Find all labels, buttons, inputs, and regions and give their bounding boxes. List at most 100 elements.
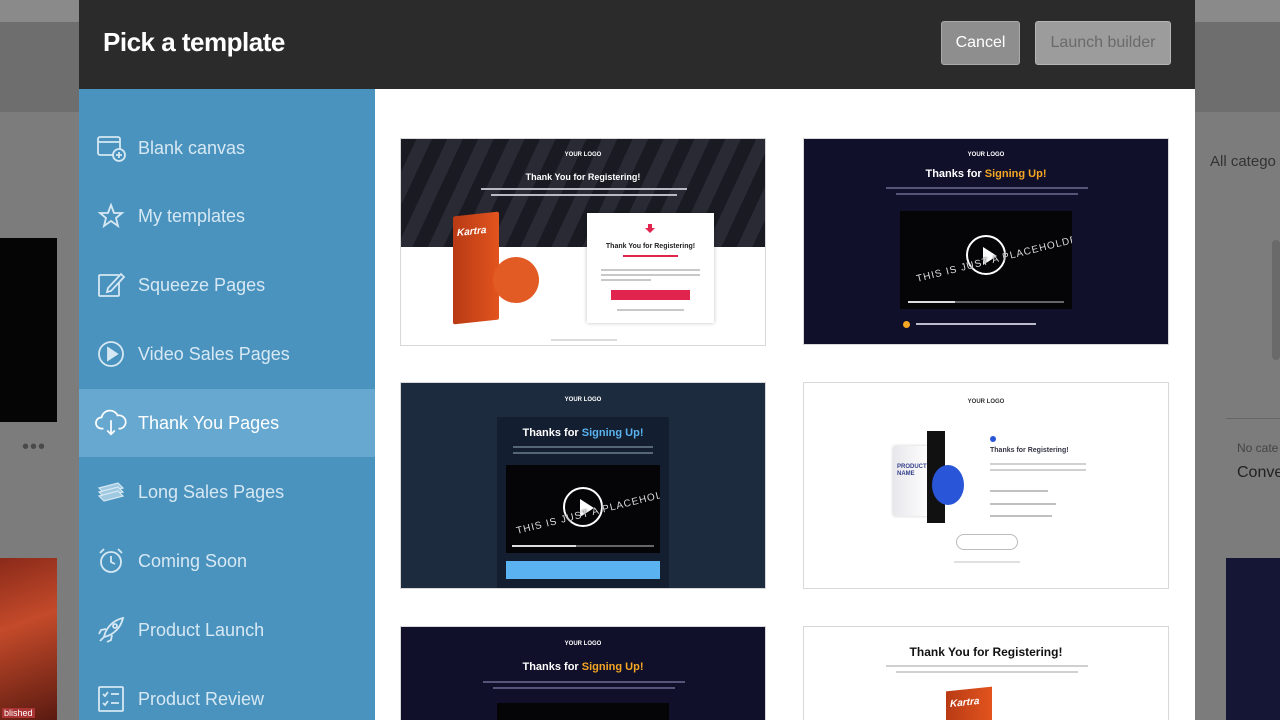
product-box: Kartra bbox=[453, 211, 499, 325]
template-heading: Thank You for Registering! bbox=[525, 172, 641, 182]
text-line bbox=[493, 687, 675, 689]
product-brand: Kartra bbox=[457, 224, 487, 239]
text-line bbox=[954, 561, 1020, 563]
background-thumbnail: blished bbox=[0, 558, 57, 720]
video-progress bbox=[908, 301, 1064, 303]
template-heading: Thanks for Registering! bbox=[990, 447, 1069, 454]
text-line bbox=[990, 463, 1086, 465]
template-card[interactable]: YOUR LOGO Thank You for Registering! Kar… bbox=[400, 138, 766, 346]
text-line bbox=[551, 339, 617, 341]
template-picker-modal: Pick a template Cancel Launch builder Bl… bbox=[79, 0, 1195, 720]
sidebar-item-label: Product Launch bbox=[138, 619, 265, 640]
sidebar-item-label: Thank You Pages bbox=[138, 412, 280, 433]
text-line bbox=[513, 446, 653, 448]
heading-text: Thanks for bbox=[522, 661, 582, 673]
sidebar-item-squeeze-pages[interactable]: Squeeze Pages bbox=[79, 251, 375, 319]
template-card[interactable]: YOUR LOGO Thanks for Signing Up! bbox=[400, 626, 766, 720]
sidebar-item-label: Coming Soon bbox=[138, 550, 248, 571]
heading-text: Thanks for bbox=[522, 427, 582, 439]
text-line bbox=[617, 309, 684, 311]
launch-builder-button[interactable]: Launch builder bbox=[1035, 21, 1171, 65]
template-logo: YOUR LOGO bbox=[564, 397, 602, 403]
background-more-icon: ••• bbox=[22, 436, 47, 458]
heading-text: Thanks for bbox=[925, 168, 985, 180]
template-cta bbox=[956, 534, 1018, 550]
heading-highlight: Signing Up! bbox=[581, 427, 644, 439]
panel-heading: Thank You for Registering! bbox=[605, 243, 696, 250]
template-logo: YOUR LOGO bbox=[564, 152, 602, 158]
sidebar-item-my-templates[interactable]: My templates bbox=[79, 182, 375, 250]
template-logo: YOUR LOGO bbox=[967, 399, 1005, 405]
product-box: Kartra bbox=[946, 686, 992, 720]
sidebar-item-product-launch[interactable]: Product Launch bbox=[79, 596, 375, 664]
background-status-tag: blished bbox=[2, 708, 35, 718]
text-line bbox=[990, 490, 1048, 492]
background-category-filter: All catego bbox=[1210, 153, 1276, 170]
template-logo: YOUR LOGO bbox=[564, 641, 602, 647]
star-icon bbox=[95, 200, 127, 232]
template-card[interactable]: Thank You for Registering! Kartra bbox=[803, 626, 1169, 720]
template-cta bbox=[506, 561, 660, 579]
heading-highlight: Signing Up! bbox=[984, 168, 1047, 180]
panel-subline bbox=[623, 255, 678, 257]
modal-title: Pick a template bbox=[103, 27, 285, 57]
sidebar-item-blank-canvas[interactable]: Blank canvas bbox=[79, 114, 375, 182]
sidebar-item-thank-you-pages[interactable]: Thank You Pages bbox=[79, 389, 375, 457]
play-circle-icon bbox=[95, 338, 127, 370]
cloud-download-icon bbox=[95, 407, 127, 439]
text-line bbox=[896, 193, 1078, 195]
template-logo: YOUR LOGO bbox=[967, 152, 1005, 158]
template-card[interactable]: YOUR LOGO Thanks for Signing Up! THIS IS… bbox=[803, 138, 1169, 345]
sidebar-item-long-sales-pages[interactable]: Long Sales Pages bbox=[79, 458, 375, 526]
background-page-title: Conve bbox=[1237, 464, 1280, 481]
text-line bbox=[990, 503, 1056, 505]
brand-icon bbox=[990, 436, 996, 442]
template-heading: Thanks for Signing Up! bbox=[401, 427, 765, 439]
checklist-icon bbox=[95, 683, 127, 715]
sidebar-item-label: Long Sales Pages bbox=[138, 481, 285, 502]
heading-highlight: Signing Up! bbox=[581, 661, 644, 673]
background-card-right bbox=[1226, 558, 1280, 720]
text-line bbox=[601, 269, 700, 271]
sidebar-item-product-review[interactable]: Product Review bbox=[79, 665, 375, 720]
blank-canvas-icon bbox=[95, 132, 127, 164]
product-disc bbox=[493, 257, 539, 303]
sidebar-item-coming-soon[interactable]: Coming Soon bbox=[79, 527, 375, 595]
alarm-clock-icon bbox=[95, 545, 127, 577]
product-brand: Kartra bbox=[950, 695, 980, 710]
text-line bbox=[483, 681, 685, 683]
rocket-icon bbox=[95, 614, 127, 646]
text-line bbox=[601, 274, 700, 276]
text-line bbox=[886, 187, 1088, 189]
edit-icon bbox=[95, 269, 127, 301]
video-player: THIS IS JUST A PLACEHOLDER bbox=[506, 465, 660, 553]
text-line bbox=[916, 323, 1036, 325]
text-line bbox=[896, 671, 1078, 673]
download-icon bbox=[645, 224, 655, 233]
product-box: PRODUCT NAME bbox=[893, 446, 931, 516]
sidebar-item-label: My templates bbox=[138, 205, 246, 226]
text-line bbox=[990, 515, 1052, 517]
text-line bbox=[601, 279, 651, 281]
sidebar-item-video-sales-pages[interactable]: Video Sales Pages bbox=[79, 320, 375, 388]
template-grid: YOUR LOGO Thank You for Registering! Kar… bbox=[375, 89, 1195, 720]
sidebar-item-label: Video Sales Pages bbox=[138, 343, 290, 364]
category-sidebar: Blank canvas My templates Squeeze Pages … bbox=[79, 89, 375, 720]
text-line bbox=[491, 194, 677, 196]
cancel-button[interactable]: Cancel bbox=[941, 21, 1020, 65]
video-player: THIS IS JUST A PLACEHOLDER bbox=[900, 211, 1072, 309]
background-divider bbox=[1226, 418, 1280, 419]
template-card[interactable]: YOUR LOGO Thanks for Signing Up! THIS IS… bbox=[400, 382, 766, 589]
text-line bbox=[886, 665, 1088, 667]
background-category-label: No cate bbox=[1237, 441, 1279, 455]
product-name: PRODUCT NAME bbox=[897, 464, 927, 477]
template-card[interactable]: YOUR LOGO PRODUCT NAME Thanks for Regist… bbox=[803, 382, 1169, 589]
template-heading: Thank You for Registering! bbox=[909, 645, 1063, 659]
template-heading: Thanks for Signing Up! bbox=[804, 168, 1168, 180]
warning-icon bbox=[903, 321, 910, 328]
cash-icon bbox=[95, 476, 127, 508]
text-line bbox=[481, 188, 687, 190]
modal-header: Pick a template Cancel Launch builder bbox=[79, 0, 1195, 89]
background-scrollbar bbox=[1272, 240, 1280, 360]
background-card bbox=[0, 238, 57, 422]
